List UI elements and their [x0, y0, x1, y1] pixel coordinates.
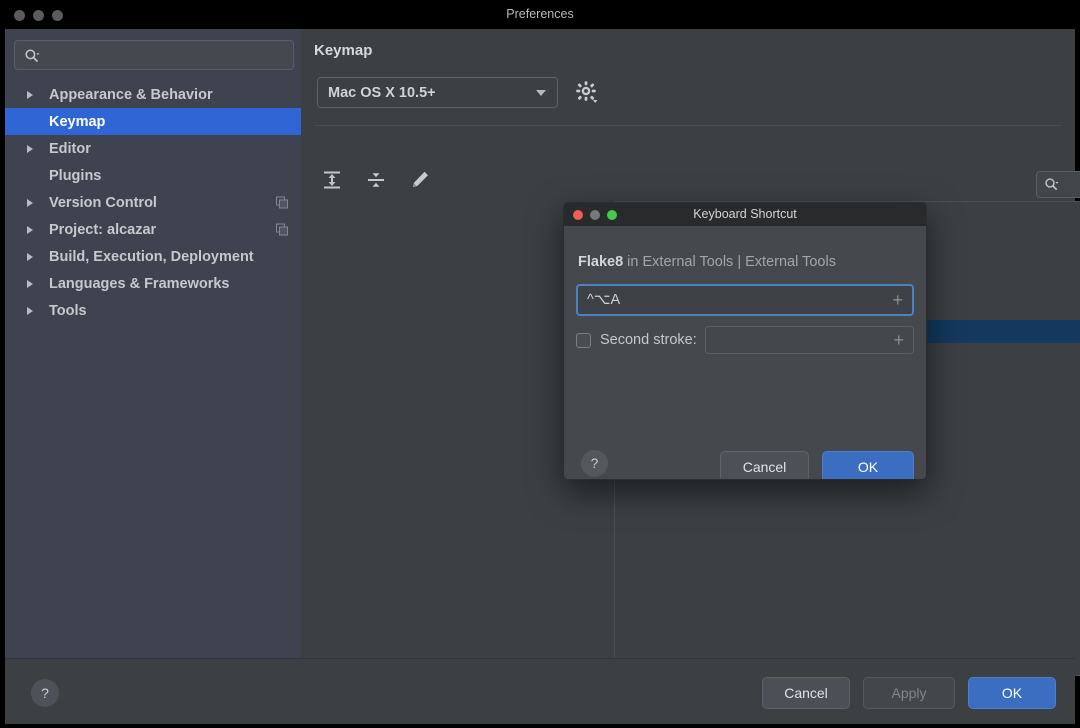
- preferences-window: Preferences Appearance & Behavior Keymap E…: [0, 0, 1080, 728]
- help-button[interactable]: ?: [31, 679, 59, 707]
- sidebar-search-input[interactable]: [14, 40, 294, 70]
- dialog-help-button[interactable]: ?: [581, 450, 608, 477]
- sidebar-item-appearance-behavior[interactable]: Appearance & Behavior: [5, 81, 301, 108]
- keymap-select[interactable]: Mac OS X 10.5+: [317, 77, 558, 108]
- sidebar-item-keymap[interactable]: Keymap: [5, 108, 301, 135]
- window-title: Preferences: [506, 7, 574, 21]
- dialog-description: Flake8 in External Tools | External Tool…: [578, 254, 836, 270]
- chevron-right-icon[interactable]: [27, 252, 33, 261]
- expand-all-icon[interactable]: [321, 169, 343, 191]
- sidebar-item-tools[interactable]: Tools: [5, 297, 301, 324]
- project-scope-icon: [276, 223, 289, 236]
- dialog-ok-button[interactable]: OK: [822, 451, 914, 479]
- search-icon: [24, 48, 40, 64]
- keymap-search-input[interactable]: [1036, 171, 1080, 198]
- settings-sidebar: Appearance & Behavior Keymap Editor Plugins…: [5, 29, 301, 658]
- dialog-title: Keyboard Shortcut: [693, 207, 797, 221]
- keyboard-shortcut-dialog: Keyboard Shortcut Flake8 in External Too…: [563, 202, 927, 480]
- search-icon: [1044, 177, 1059, 192]
- sidebar-item-editor[interactable]: Editor: [5, 135, 301, 162]
- sidebar-item-list: Appearance & Behavior Keymap Editor Plugins…: [5, 81, 301, 324]
- sidebar-item-label: Build, Execution, Deployment: [49, 248, 254, 265]
- second-stroke-label: Second stroke:: [600, 332, 697, 348]
- dialog-cancel-button[interactable]: Cancel: [720, 451, 809, 479]
- keymap-toolbar: [321, 169, 431, 191]
- sidebar-item-label: Appearance & Behavior: [49, 86, 213, 103]
- sidebar-item-label: Project: alcazar: [49, 221, 157, 238]
- first-stroke-value: ^⌥A: [587, 292, 621, 308]
- chevron-down-icon: [536, 89, 546, 96]
- first-stroke-input[interactable]: ^⌥A +: [576, 284, 914, 316]
- sidebar-item-version-control[interactable]: Version Control: [5, 189, 301, 216]
- second-stroke-row: Second stroke: +: [576, 326, 914, 354]
- ok-button[interactable]: OK: [968, 677, 1056, 709]
- chevron-right-icon[interactable]: [27, 144, 33, 153]
- sidebar-item-plugins[interactable]: Plugins: [5, 162, 301, 189]
- page-title: Keymap: [314, 42, 373, 59]
- sidebar-item-project-alcazar[interactable]: Project: alcazar: [5, 216, 301, 243]
- dialog-footer: ? Cancel Apply OK: [5, 658, 1075, 724]
- dialog-action-path: in External Tools | External Tools: [623, 254, 836, 270]
- sidebar-item-label: Languages & Frameworks: [49, 275, 230, 292]
- second-stroke-input[interactable]: +: [704, 326, 914, 354]
- gear-icon[interactable]: [574, 79, 600, 105]
- sidebar-item-label: Tools: [49, 302, 87, 319]
- edit-shortcut-icon[interactable]: [409, 169, 431, 191]
- sidebar-item-build-execution-deployment[interactable]: Build, Execution, Deployment: [5, 243, 301, 270]
- cancel-button[interactable]: Cancel: [762, 677, 850, 709]
- plus-icon[interactable]: +: [893, 331, 904, 349]
- window-titlebar: Preferences: [0, 0, 1080, 29]
- project-scope-icon: [276, 196, 289, 209]
- dialog-body: Flake8 in External Tools | External Tool…: [564, 226, 926, 479]
- dialog-action-name: Flake8: [578, 254, 624, 270]
- chevron-right-icon[interactable]: [27, 306, 33, 315]
- chevron-right-icon[interactable]: [27, 198, 33, 207]
- sidebar-item-label: Plugins: [49, 167, 102, 184]
- sidebar-item-languages-frameworks[interactable]: Languages & Frameworks: [5, 270, 301, 297]
- sidebar-item-label: Keymap: [49, 113, 106, 130]
- chevron-right-icon[interactable]: [27, 279, 33, 288]
- sidebar-item-label: Editor: [49, 140, 91, 157]
- second-stroke-checkbox[interactable]: [576, 332, 591, 348]
- plus-icon[interactable]: +: [892, 291, 903, 309]
- collapse-all-icon[interactable]: [365, 169, 387, 191]
- keymap-select-value: Mac OS X 10.5+: [328, 84, 436, 101]
- chevron-right-icon[interactable]: [27, 225, 33, 234]
- apply-button[interactable]: Apply: [863, 677, 955, 709]
- header-divider: [314, 125, 1062, 126]
- dialog-titlebar: Keyboard Shortcut: [564, 203, 926, 226]
- chevron-right-icon[interactable]: [27, 90, 33, 99]
- sidebar-item-label: Version Control: [49, 194, 157, 211]
